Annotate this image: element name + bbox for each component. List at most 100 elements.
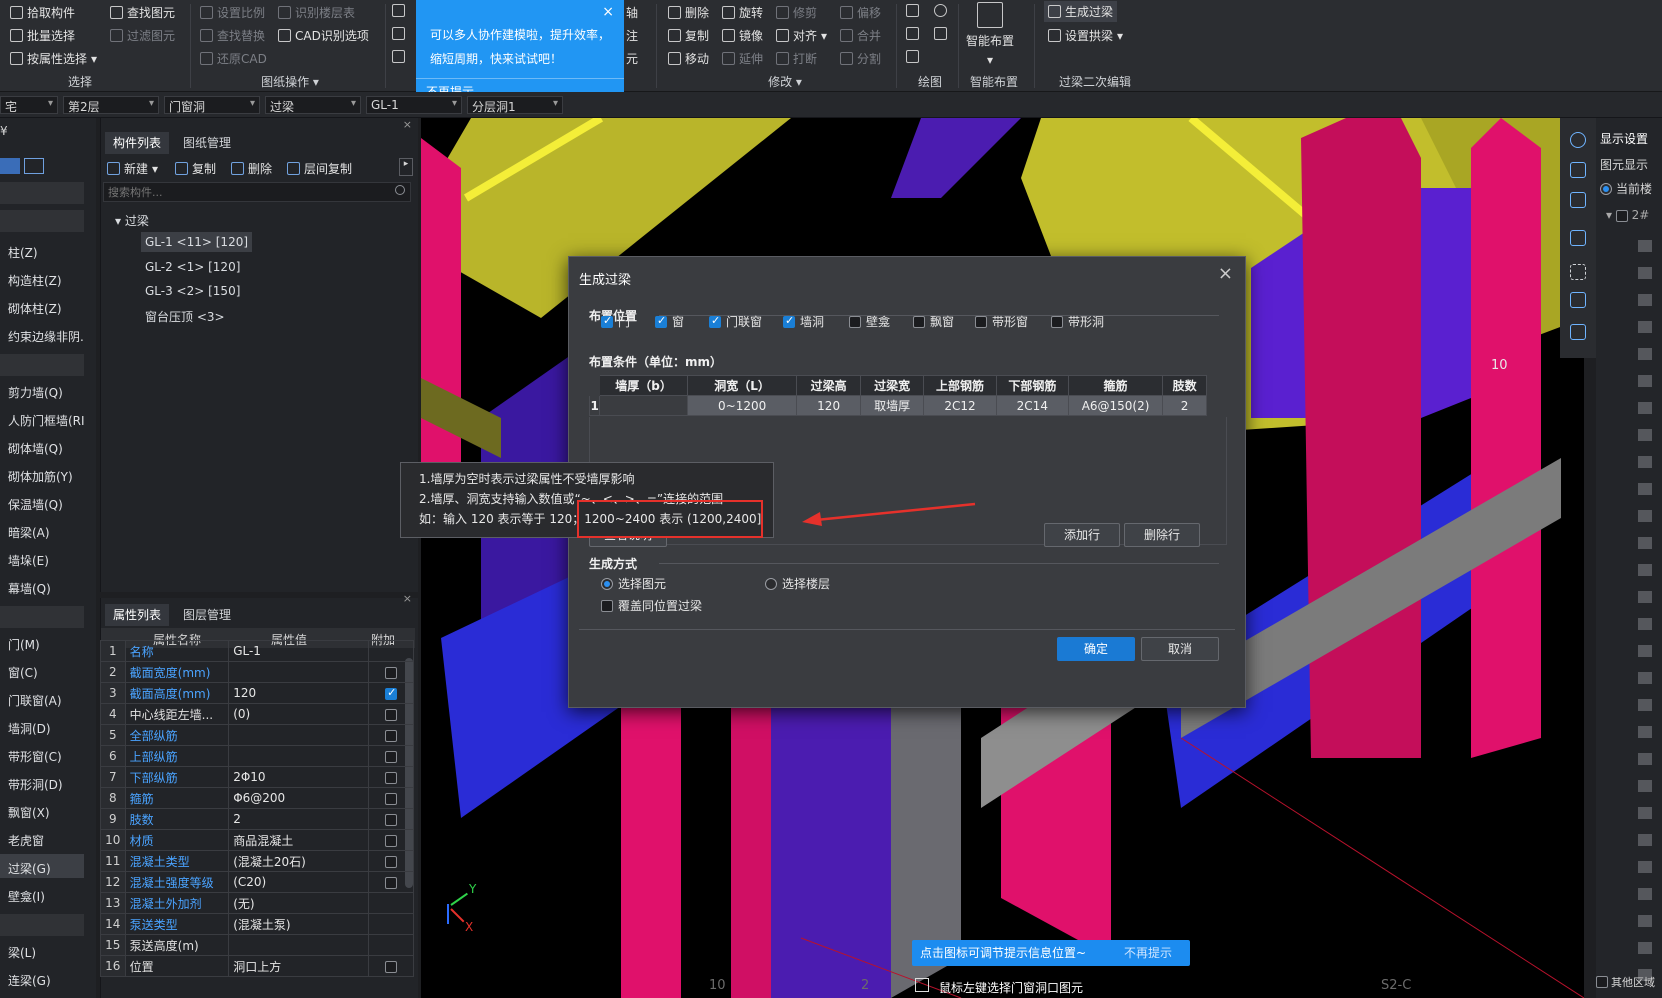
floor-copy-button[interactable]: 层间复制 (287, 160, 352, 177)
mirror-button[interactable]: 镜像 (722, 27, 763, 44)
partial-note-button[interactable] (392, 27, 405, 40)
batch-select-button[interactable]: 批量选择 (10, 27, 75, 44)
copy-button[interactable]: 复制 (668, 27, 709, 44)
arc-draw-button[interactable] (906, 50, 919, 63)
tab-layer-management[interactable]: 图层管理 (175, 604, 239, 626)
sidebar-item-constraint-edge[interactable]: 约束边缘非阴. (8, 328, 84, 345)
attach-checkbox[interactable] (385, 855, 398, 868)
placement-checkbox[interactable]: 门 (601, 313, 630, 330)
floor-select[interactable]: 第2层 (63, 96, 159, 114)
sidebar-item-column[interactable]: 柱(Z) (8, 244, 38, 261)
delete-component-button[interactable]: 删除 (231, 160, 272, 177)
property-row[interactable]: 4 中心线距左墙... (0) (100, 703, 414, 725)
panel-close-icon[interactable]: × (403, 592, 412, 605)
select-floor-radio[interactable]: 选择楼层 (765, 575, 830, 592)
list-view-icon[interactable] (0, 158, 20, 174)
sidebar-item-strip-hole[interactable]: 带形洞(D) (8, 776, 63, 793)
property-value[interactable]: 120 (228, 682, 370, 704)
attach-checkbox[interactable] (385, 750, 398, 763)
component-select[interactable]: GL-1 (366, 96, 462, 114)
sidebar-group-axis[interactable] (0, 182, 84, 204)
property-row[interactable]: 9 肢数 2 (100, 808, 414, 830)
current-floor-radio[interactable]: 当前楼 (1600, 180, 1652, 197)
category-select[interactable]: 门窗洞 (164, 96, 260, 114)
align-button[interactable]: 对齐 ▾ (776, 27, 827, 44)
detail-view-icon[interactable] (24, 158, 44, 174)
attach-checkbox[interactable] (385, 666, 398, 679)
attach-checkbox[interactable] (385, 834, 398, 847)
partial-element-button[interactable] (392, 50, 405, 63)
orbit-icon[interactable] (1570, 132, 1586, 148)
placement-checkbox[interactable]: 飘窗 (913, 313, 954, 330)
merge-button[interactable]: 合并 (840, 27, 881, 44)
property-row[interactable]: 16 位置 洞口上方 (100, 955, 414, 977)
tree-item-gl3[interactable]: GL-3 <2> [150] (145, 284, 240, 298)
smart-layout-button[interactable]: 智能布置 ▾ (966, 2, 1014, 67)
tab-component-list[interactable]: 构件列表 (105, 132, 170, 154)
tab-drawing-management[interactable]: 图纸管理 (175, 132, 239, 154)
sidebar-item-beam[interactable]: 梁(L) (8, 944, 36, 961)
move-button[interactable]: 移动 (668, 50, 709, 67)
break-button[interactable]: 打断 (776, 50, 817, 67)
pick-component-button[interactable]: 拾取构件 (10, 4, 75, 21)
property-value[interactable]: GL-1 (228, 640, 370, 662)
type-select[interactable]: 过梁 (265, 96, 361, 114)
property-row[interactable]: 6 上部纵筋 (100, 745, 414, 767)
condition-cell[interactable]: A6@150(2) (1067, 395, 1164, 416)
property-value[interactable]: 商品混凝土 (228, 829, 370, 851)
property-row[interactable]: 8 箍筋 Φ6@200 (100, 787, 414, 809)
property-row[interactable]: 10 材质 商品混凝土 (100, 829, 414, 851)
attach-checkbox[interactable] (385, 960, 398, 973)
attach-checkbox[interactable] (385, 729, 398, 742)
property-value[interactable]: 2Φ10 (228, 766, 370, 788)
tree-item-gl1[interactable]: GL-1 <11> [120] (141, 232, 253, 252)
property-row[interactable]: 11 混凝土类型 (混凝土20石) (100, 850, 414, 872)
property-value[interactable]: 洞口上方 (228, 955, 370, 977)
checkbox-column[interactable] (1638, 230, 1652, 990)
sidebar-item-civil-defense-wall[interactable]: 人防门框墙(RI (8, 412, 85, 429)
property-value[interactable] (228, 745, 370, 767)
property-value[interactable]: (C20) (228, 871, 370, 893)
sidebar-item-wall-hole[interactable]: 墙洞(D) (8, 720, 51, 737)
sidebar-item-insulation-wall[interactable]: 保温墙(Q) (8, 496, 63, 513)
cancel-button[interactable]: 取消 (1141, 637, 1219, 661)
sidebar-item-door[interactable]: 门(M) (8, 636, 40, 653)
box-select-icon[interactable] (1570, 292, 1586, 308)
placement-checkbox[interactable]: 带形窗 (975, 313, 1028, 330)
extend-button[interactable]: 延伸 (722, 50, 763, 67)
condition-cell[interactable]: 2 (1162, 395, 1207, 416)
confirm-button[interactable]: 确定 (1057, 637, 1135, 661)
property-value[interactable]: (0) (228, 703, 370, 725)
hint-dismiss-link[interactable]: 不再提示 (1124, 940, 1172, 966)
expand-toggle-icon[interactable]: ▸ (399, 158, 413, 176)
other-area-checkbox[interactable]: 其他区域 (1596, 974, 1655, 990)
new-component-button[interactable]: 新建 ▾ (107, 160, 158, 177)
property-value[interactable]: (无) (228, 892, 370, 914)
recognize-floor-table-button[interactable]: 识别楼层表 (278, 4, 355, 21)
line-draw-button[interactable] (906, 27, 919, 40)
partial-axis-button[interactable] (392, 4, 405, 17)
panel-close-icon[interactable]: × (403, 118, 412, 131)
add-row-button[interactable]: 添加行 (1044, 523, 1120, 547)
find-element-button[interactable]: 查找图元 (110, 4, 175, 21)
tree-root-lintel[interactable]: ▾ 过梁 (115, 212, 149, 229)
tree-item-gl2[interactable]: GL-2 <1> [120] (145, 260, 240, 274)
offset-button[interactable]: 偏移 (840, 4, 881, 21)
property-row[interactable]: 1 名称 GL-1 (100, 640, 414, 662)
sidebar-group-openings[interactable] (0, 606, 84, 628)
restore-cad-button[interactable]: 还原CAD (200, 50, 267, 67)
condition-cell[interactable]: 2C14 (995, 395, 1069, 416)
sidebar-group-column[interactable] (0, 210, 84, 232)
property-row[interactable]: 7 下部纵筋 2Φ10 (100, 766, 414, 788)
property-value[interactable] (228, 661, 370, 683)
condition-cell[interactable]: 0~1200 (686, 395, 798, 416)
fullscreen-icon[interactable] (1570, 264, 1586, 280)
sidebar-item-coupling-beam[interactable]: 连梁(G) (8, 972, 51, 989)
placement-checkbox[interactable]: 墙洞 (783, 313, 824, 330)
filter-element-button[interactable]: 过滤图元 (110, 27, 175, 44)
attach-checkbox[interactable] (385, 792, 398, 805)
attach-checkbox[interactable] (385, 876, 398, 889)
sidebar-item-shear-wall[interactable]: 剪力墙(Q) (8, 384, 63, 401)
drawing-group-label[interactable]: 图纸操作 ▾ (255, 73, 325, 90)
condition-cell[interactable]: 2C12 (923, 395, 997, 416)
